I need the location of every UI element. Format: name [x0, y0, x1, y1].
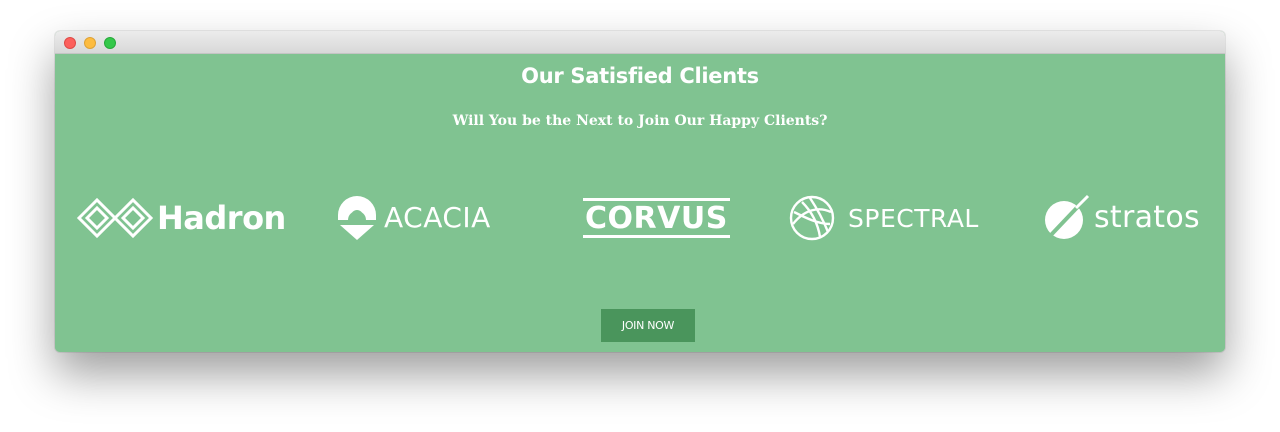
client-name-acacia: ACACIA	[384, 201, 491, 234]
spectral-logo-icon	[789, 195, 835, 241]
browser-window: Our Satisfied Clients Will You be the Ne…	[55, 31, 1225, 352]
client-logo-corvus: CORVUS	[583, 192, 730, 244]
client-logo-hadron: Hadron	[77, 192, 286, 244]
section-title: Our Satisfied Clients	[521, 64, 759, 88]
client-name-stratos: stratos	[1094, 200, 1200, 235]
section-subtitle: Will You be the Next to Join Our Happy C…	[452, 113, 828, 129]
join-now-button[interactable]: JOIN NOW	[601, 309, 695, 342]
maximize-window-button[interactable]	[104, 37, 116, 49]
minimize-window-button[interactable]	[84, 37, 96, 49]
client-logo-acacia: ACACIA	[336, 192, 491, 244]
client-logo-spectral: SPECTRAL	[788, 192, 979, 244]
hadron-logo-icon	[77, 197, 153, 239]
client-logo-stratos: stratos	[1042, 192, 1200, 244]
window-titlebar	[55, 31, 1225, 54]
client-name-corvus: CORVUS	[585, 201, 728, 236]
client-name-spectral: SPECTRAL	[848, 203, 979, 233]
corvus-logo: CORVUS	[583, 198, 730, 238]
stratos-logo-icon	[1045, 194, 1090, 239]
acacia-logo-icon	[338, 196, 376, 240]
close-window-button[interactable]	[64, 37, 76, 49]
client-name-hadron: Hadron	[157, 199, 286, 237]
clients-section: Our Satisfied Clients Will You be the Ne…	[55, 54, 1225, 352]
